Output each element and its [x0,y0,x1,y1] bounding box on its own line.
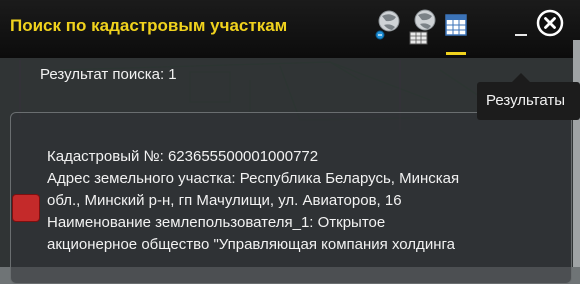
cadastral-search-panel: Поиск по кадастровым участкам Результат … [0,0,580,284]
panel-title: Поиск по кадастровым участкам [10,16,288,35]
search-result-count: Результат поиска: 1 [40,66,177,83]
results-tooltip: Результаты [477,73,580,120]
globe-table-icon[interactable] [408,8,440,46]
panel-titlebar[interactable]: Поиск по кадастровым участкам [0,0,580,58]
tooltip-text: Результаты [486,92,565,109]
land-user-line-1: Наименование землепользователя_1: Открыт… [47,214,386,231]
result-details: Кадастровый №: 623655500001000772 Адрес … [47,146,567,256]
results-table-icon[interactable] [445,14,467,38]
active-tool-indicator [446,52,466,55]
parcel-address-line-1: Адрес земельного участка: Республика Бел… [47,170,460,187]
result-marker-icon[interactable] [12,194,40,222]
minimize-button[interactable] [515,34,527,36]
panel-edge [573,40,580,267]
tooltip-arrow [512,73,530,82]
parcel-address-line-2: обл., Минский р-н, гп Мачулищи, ул. Авиа… [47,192,402,209]
land-user-line-2: акционерное общество "Управляющая компан… [47,236,455,253]
close-icon[interactable] [536,9,564,37]
cadastral-number: Кадастровый №: 623655500001000772 [47,148,319,165]
globe-query-icon[interactable] [373,8,403,44]
